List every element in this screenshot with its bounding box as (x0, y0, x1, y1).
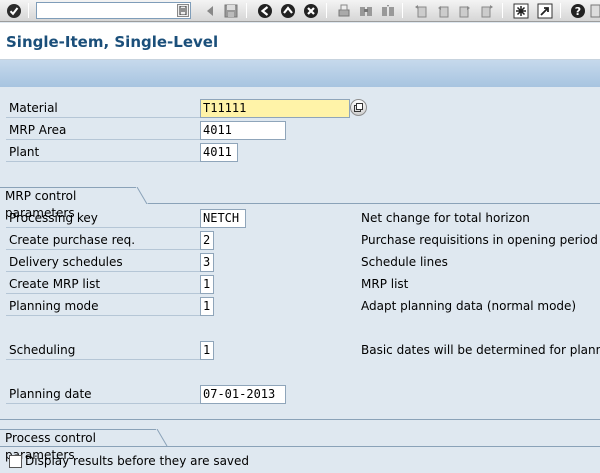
display-results-label: Display results before they are saved (25, 454, 250, 468)
scheduling-description: Basic dates will be determined for plann (361, 343, 600, 357)
customize-layout-icon[interactable] (590, 2, 600, 19)
scheduling-label: Scheduling (6, 341, 201, 360)
create-purchase-req-description: Purchase requisitions in opening period (361, 233, 598, 247)
new-session-icon[interactable] (512, 2, 530, 19)
find-next-icon[interactable] (379, 2, 397, 19)
delivery-schedules-label: Delivery schedules (6, 253, 201, 272)
plant-input[interactable]: 4011 (200, 143, 238, 162)
material-label: Material (6, 99, 201, 118)
command-history-icon[interactable] (177, 4, 189, 17)
planning-date-label: Planning date (6, 385, 201, 404)
command-field[interactable] (36, 2, 191, 19)
back-icon[interactable] (256, 2, 274, 19)
processing-key-input[interactable]: NETCH (200, 209, 246, 228)
exit-icon[interactable] (279, 2, 297, 19)
planning-date-input[interactable]: 07-01-2013 (200, 385, 286, 404)
create-mrp-list-description: MRP list (361, 277, 409, 291)
processing-key-label: Processing key (6, 209, 201, 228)
delivery-schedules-input[interactable]: 3 (200, 253, 214, 272)
shortcut-icon[interactable] (536, 2, 554, 19)
help-icon[interactable]: ? (569, 2, 587, 19)
page-title: Single-Item, Single-Level (6, 33, 219, 51)
create-purchase-req-input[interactable]: 2 (200, 231, 214, 250)
planning-mode-description: Adapt planning data (normal mode) (361, 299, 577, 313)
mrp-area-label: MRP Area (6, 121, 201, 140)
processing-key-description: Net change for total horizon (361, 211, 530, 225)
back-arrow-left-icon[interactable] (201, 2, 219, 19)
cancel-icon[interactable] (302, 2, 320, 19)
previous-page-icon[interactable] (434, 2, 452, 19)
enter-icon[interactable] (5, 2, 23, 19)
create-purchase-req-label: Create purchase req. (6, 231, 201, 250)
svg-text:?: ? (575, 5, 581, 18)
last-page-icon[interactable] (478, 2, 496, 19)
plant-label: Plant (6, 143, 201, 162)
group-tab-corner (136, 187, 148, 204)
create-mrp-list-input[interactable]: 1 (200, 275, 214, 294)
first-page-icon[interactable] (412, 2, 430, 19)
print-icon[interactable] (335, 2, 353, 19)
find-icon[interactable] (357, 2, 375, 19)
process-control-group-title: Process control parameters (0, 429, 158, 462)
application-toolbar (0, 60, 600, 87)
material-input[interactable]: T11111 (200, 99, 350, 118)
scheduling-input[interactable]: 1 (200, 341, 214, 360)
planning-mode-input[interactable]: 1 (200, 297, 214, 316)
save-icon[interactable] (222, 2, 240, 19)
next-page-icon[interactable] (456, 2, 474, 19)
group-tab-corner (156, 429, 168, 446)
title-bar: Single-Item, Single-Level (0, 23, 600, 60)
mrp-control-group-title: MRP control parameters (0, 187, 138, 220)
value-help-icon[interactable] (350, 99, 367, 116)
mrp-area-input[interactable]: 4011 (200, 121, 286, 140)
create-mrp-list-label: Create MRP list (6, 275, 201, 294)
system-toolbar: ? (0, 0, 600, 22)
delivery-schedules-description: Schedule lines (361, 255, 448, 269)
planning-mode-label: Planning mode (6, 297, 201, 316)
display-results-checkbox[interactable] (9, 455, 22, 468)
